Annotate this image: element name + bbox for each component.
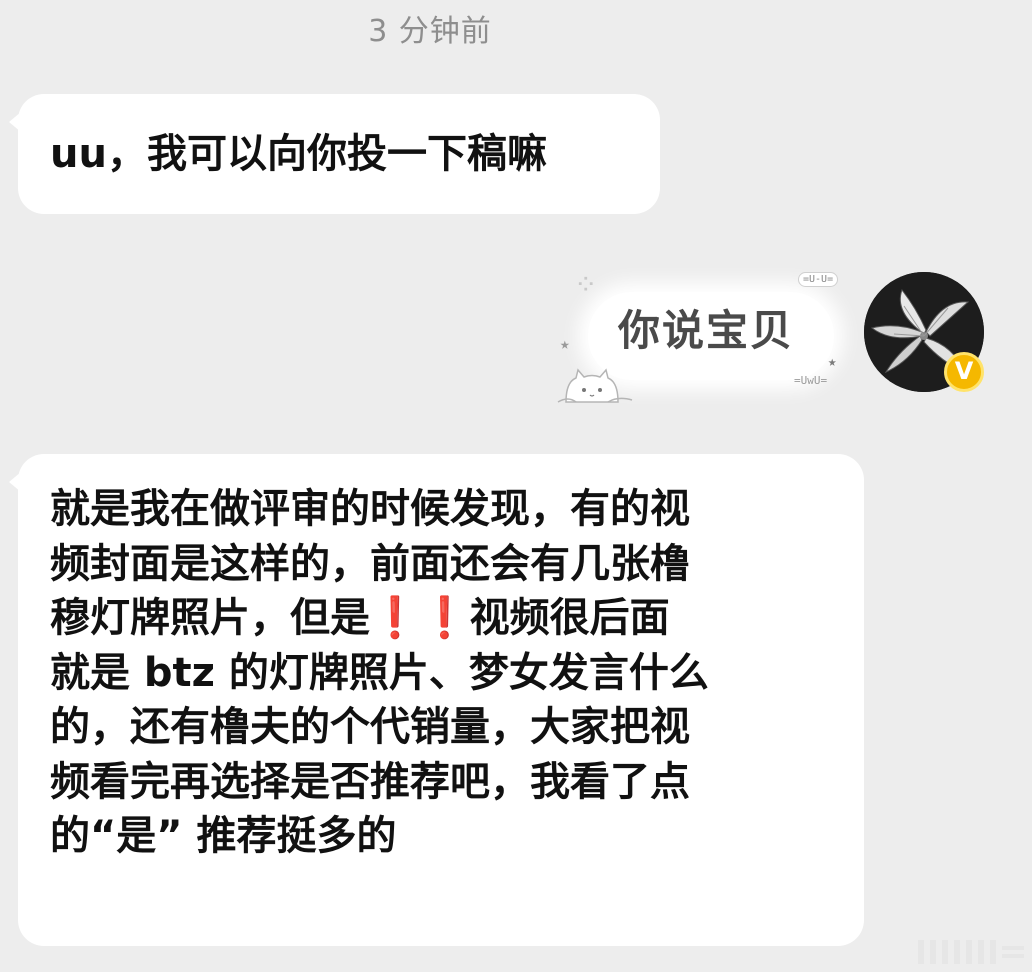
message-text: uu，我可以向你投一下稿嘛	[50, 131, 547, 177]
message-bubble-incoming[interactable]: 就是我在做评审的时候发现，有的视 频封面是这样的，前面还会有几张橹 穆灯牌照片，…	[9, 454, 864, 946]
face-emoticon-label: =U-U=	[798, 272, 839, 287]
message-line: 的“是” 推荐挺多的	[50, 813, 397, 859]
message-line: 就是 btz 的灯牌照片、梦女发言什么	[50, 649, 709, 696]
message-line: 就是我在做评审的时候发现，有的视	[50, 486, 690, 532]
message-bubble-outgoing[interactable]: ⁘ =U-U= ★ ★ 你说宝贝 =UwU=	[552, 266, 852, 408]
exclamation-icon: ❗	[370, 595, 420, 641]
bubble-tail	[9, 112, 21, 132]
message-line-segment: 穆灯牌照片，但是	[50, 595, 370, 641]
star-icon: ★	[560, 334, 570, 353]
paw-print-icon: ⁘	[574, 268, 598, 301]
message-line: 穆灯牌照片，但是❗❗视频很后面	[50, 591, 844, 646]
message-line: 的，还有橹夫的个代销量，大家把视	[50, 704, 690, 750]
message-text: 你说宝贝	[618, 306, 795, 355]
timestamp: 3 分钟前	[368, 14, 492, 49]
star-icon: ★	[828, 354, 837, 370]
watermark-icon	[918, 940, 1024, 964]
bubble-tail	[9, 472, 21, 492]
verified-badge-icon: V	[944, 352, 984, 392]
exclamation-icon: ❗	[419, 595, 470, 641]
cat-icon	[557, 368, 633, 403]
face-emoticon-label: =UwU=	[794, 374, 828, 387]
message-line: 频封面是这样的，前面还会有几张橹	[50, 540, 690, 587]
message-bubble-incoming[interactable]: uu，我可以向你投一下稿嘛	[9, 94, 660, 214]
message-line-segment: 视频很后面	[469, 595, 670, 641]
message-line: 频看完再选择是否推荐吧，我看了点	[50, 758, 690, 805]
